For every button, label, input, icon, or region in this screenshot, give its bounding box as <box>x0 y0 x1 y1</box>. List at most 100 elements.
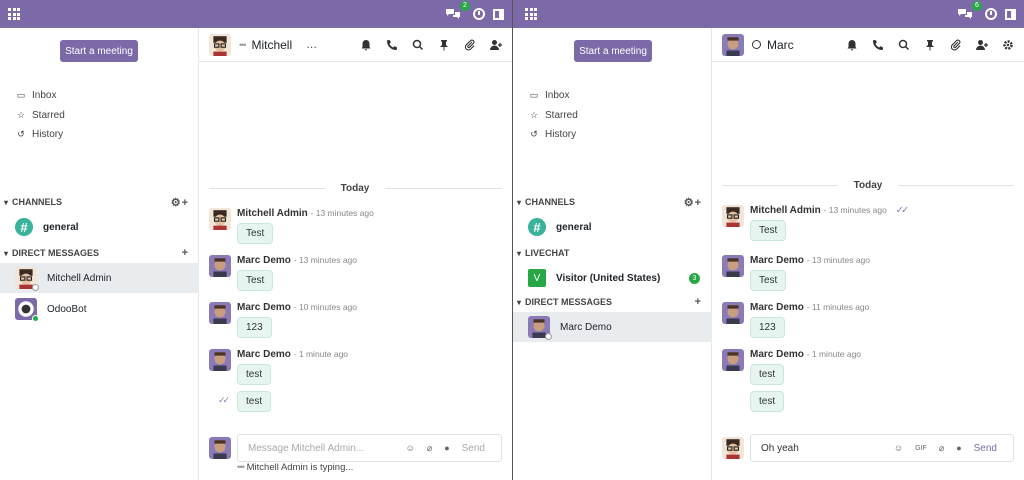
thread-title-overflow: … <box>306 38 318 51</box>
dm-marc-demo[interactable]: Marc Demo <box>513 312 712 342</box>
inbox-icon: ▭ <box>16 90 26 101</box>
message-time: - 1 minute ago <box>806 349 862 359</box>
pin-icon[interactable] <box>922 37 938 53</box>
apps-icon[interactable] <box>525 8 537 20</box>
sidebar-item-starred[interactable]: ☆ Starred <box>16 106 65 126</box>
gear-icon[interactable]: ⚙ <box>684 197 695 209</box>
thread-panel: ••• Mitchell … Today Mitchell Admin - 13… <box>199 28 512 480</box>
chevron-down-icon: ▾ <box>517 297 522 307</box>
avatar <box>209 208 231 230</box>
message-author: Marc Demo <box>237 349 291 360</box>
plus-icon[interactable]: + <box>182 247 189 259</box>
message-bubble: test <box>237 391 272 412</box>
paperclip-icon[interactable] <box>462 37 478 53</box>
phone-icon[interactable] <box>384 37 400 53</box>
channels-section-header[interactable]: ▾ CHANNELS ⚙+ <box>513 193 712 211</box>
channels-section-header[interactable]: ▾ CHANNELS ⚙+ <box>0 193 199 211</box>
livechat-section-header[interactable]: ▾ LIVECHAT <box>513 244 712 262</box>
clock-icon[interactable] <box>985 8 997 20</box>
chat-count-badge: 2 <box>460 1 470 11</box>
direct-messages-section-header[interactable]: ▾ DIRECT MESSAGES + <box>0 244 199 262</box>
paperclip-icon[interactable]: ⌀ <box>427 443 432 454</box>
thread-panel: Marc Today Mitchell Admin - 13 minutes a… <box>712 28 1024 480</box>
message-bubble: Test <box>750 220 787 241</box>
panel-icon[interactable] <box>493 8 504 20</box>
plus-icon[interactable]: + <box>695 296 702 308</box>
gear-icon[interactable]: ⚙ <box>171 197 182 209</box>
bell-icon[interactable] <box>844 37 860 53</box>
direct-messages-section-header[interactable]: ▾ DIRECT MESSAGES + <box>513 293 712 311</box>
chat-icon[interactable]: 2 <box>445 1 470 21</box>
start-meeting-button[interactable]: Start a meeting <box>60 40 138 62</box>
search-icon[interactable] <box>410 37 426 53</box>
chat-count-badge: 6 <box>972 1 982 11</box>
message-time: - 13 minutes ago <box>293 255 358 265</box>
star-icon: ☆ <box>16 109 26 120</box>
message-author: Mitchell Admin <box>750 205 821 216</box>
message-bubble: 123 <box>750 317 785 338</box>
hash-icon: # <box>15 218 33 236</box>
smiley-icon[interactable]: ☺ <box>894 443 903 453</box>
chevron-down-icon: ▾ <box>4 248 9 258</box>
clock-icon[interactable] <box>473 8 485 20</box>
microphone-icon[interactable]: ● <box>956 443 961 453</box>
typing-indicator: ••• Mitchell Admin is typing... <box>237 462 354 473</box>
send-button[interactable]: Send <box>974 443 997 454</box>
avatar <box>15 298 39 322</box>
chevron-down-icon: ▾ <box>4 197 9 207</box>
livechat-visitor[interactable]: V Visitor (United States) 3 <box>513 263 712 293</box>
microphone-icon[interactable]: ● <box>444 443 449 453</box>
channel-general[interactable]: # general <box>0 212 199 242</box>
gear-icon[interactable] <box>1000 37 1016 53</box>
chat-icon[interactable]: 6 <box>957 1 982 21</box>
channel-general[interactable]: # general <box>513 212 712 242</box>
discuss-sidebar: Start a meeting ▭ Inbox ☆ Starred ↺ History… <box>513 28 712 480</box>
start-meeting-button[interactable]: Start a meeting <box>574 40 652 62</box>
sidebar-item-inbox[interactable]: ▭ Inbox <box>16 86 65 106</box>
avatar <box>722 302 744 324</box>
sidebar-item-starred[interactable]: ☆ Starred <box>529 106 578 126</box>
send-button[interactable]: Send <box>462 443 485 454</box>
day-separator: Today <box>325 183 385 194</box>
status-dot <box>32 315 39 322</box>
add-user-icon[interactable] <box>488 37 504 53</box>
search-icon[interactable] <box>896 37 912 53</box>
dm-odoobot[interactable]: OdooBot <box>0 294 199 324</box>
message-time: - 13 minutes ago <box>310 208 374 218</box>
pin-icon[interactable] <box>436 37 452 53</box>
message-author: Marc Demo <box>237 302 291 313</box>
phone-icon[interactable] <box>870 37 886 53</box>
paperclip-icon[interactable]: ⌀ <box>939 443 944 454</box>
message-input[interactable]: Oh yeah ☺ GIF ⌀ ● Send <box>750 434 1014 462</box>
message-bubble: Test <box>237 223 274 244</box>
avatar <box>722 437 744 459</box>
status-ring-icon <box>752 40 761 49</box>
avatar <box>209 302 231 324</box>
message-bubble: test <box>750 364 785 385</box>
message-bubble: test <box>237 364 272 385</box>
star-icon: ☆ <box>529 109 539 120</box>
history-icon: ↺ <box>17 129 25 140</box>
bell-icon[interactable] <box>358 37 374 53</box>
panel-icon[interactable] <box>1005 8 1016 20</box>
dm-mitchell-admin[interactable]: Mitchell Admin <box>0 263 199 293</box>
sidebar-item-history[interactable]: ↺ History <box>529 125 578 145</box>
thread-header: ••• Mitchell … <box>199 28 512 62</box>
message-input[interactable]: Message Mitchell Admin... ☺ ⌀ ● Send <box>237 434 502 462</box>
apps-icon[interactable] <box>8 8 20 20</box>
thread-header: Marc <box>712 28 1024 62</box>
message-author: Marc Demo <box>237 255 291 266</box>
status-dot <box>32 284 39 291</box>
gif-button[interactable]: GIF <box>915 445 927 452</box>
plus-icon[interactable]: + <box>695 197 702 209</box>
plus-icon[interactable]: + <box>182 197 189 209</box>
smiley-icon[interactable]: ☺ <box>406 443 415 453</box>
add-user-icon[interactable] <box>974 37 990 53</box>
sidebar-item-inbox[interactable]: ▭ Inbox <box>529 86 578 106</box>
paperclip-icon[interactable] <box>948 37 964 53</box>
inbox-icon: ▭ <box>529 90 539 101</box>
day-separator: Today <box>838 180 898 191</box>
message-time: - 13 minutes ago <box>806 255 871 265</box>
sidebar-item-history[interactable]: ↺ History <box>16 125 65 145</box>
chevron-down-icon: ▾ <box>517 197 522 207</box>
